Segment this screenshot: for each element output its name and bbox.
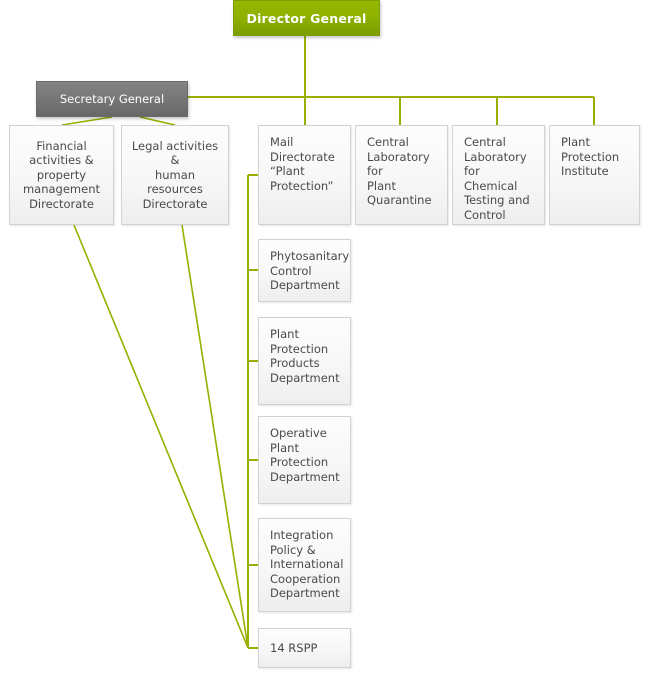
- connector-secretary-legal: [139, 116, 176, 126]
- node-integration-policy[interactable]: Integration Policy & International Coope…: [258, 518, 351, 612]
- node-legal-directorate[interactable]: Legal activities & human resources Direc…: [121, 125, 229, 225]
- node-label-plant-protection-institute: Plant Protection Institute: [561, 135, 620, 178]
- connector-financial-to-rspp: [73, 224, 249, 649]
- node-plant-protection-products[interactable]: Plant Protection Products Department: [258, 317, 351, 405]
- node-central-lab-quarantine[interactable]: Central Laboratory for Plant Quarantine: [355, 125, 448, 225]
- node-financial-directorate[interactable]: Financial activities & property manageme…: [9, 125, 114, 225]
- node-central-lab-chemical[interactable]: Central Laboratory for Chemical Testing …: [452, 125, 545, 225]
- connector-secretary-financial: [61, 116, 113, 126]
- node-mail-directorate[interactable]: Mail Directorate “Plant Protection”: [258, 125, 351, 225]
- node-label-operative-plant-protection: Operative Plant Protection Department: [270, 426, 340, 484]
- node-operative-plant-protection[interactable]: Operative Plant Protection Department: [258, 416, 351, 504]
- node-label-secretary-general: Secretary General: [59, 92, 165, 106]
- node-plant-protection-institute[interactable]: Plant Protection Institute: [549, 125, 640, 225]
- node-director-general[interactable]: Director General: [233, 0, 380, 36]
- node-label-mail-directorate: Mail Directorate “Plant Protection”: [270, 135, 335, 193]
- node-label-integration-policy: Integration Policy & International Coope…: [270, 528, 344, 600]
- node-label-plant-protection-products: Plant Protection Products Department: [270, 327, 340, 385]
- node-label-central-lab-chemical: Central Laboratory for Chemical Testing …: [464, 135, 530, 222]
- node-phytosanitary-control[interactable]: Phytosanitary Control Department: [258, 239, 351, 302]
- node-label-legal-directorate: Legal activities & human resources Direc…: [131, 138, 219, 211]
- node-label-financial-directorate: Financial activities & property manageme…: [22, 138, 101, 211]
- connector-legal-to-rspp: [181, 224, 249, 649]
- node-label-phytosanitary-control: Phytosanitary Control Department: [270, 249, 350, 292]
- node-secretary-general[interactable]: Secretary General: [36, 81, 188, 117]
- org-chart: Director General Secretary General Finan…: [0, 0, 650, 694]
- node-rspp[interactable]: 14 RSPP: [258, 628, 351, 668]
- node-label-central-lab-quarantine: Central Laboratory for Plant Quarantine: [367, 135, 432, 207]
- node-label-rspp: 14 RSPP: [270, 640, 318, 655]
- node-label-director-general: Director General: [246, 10, 367, 26]
